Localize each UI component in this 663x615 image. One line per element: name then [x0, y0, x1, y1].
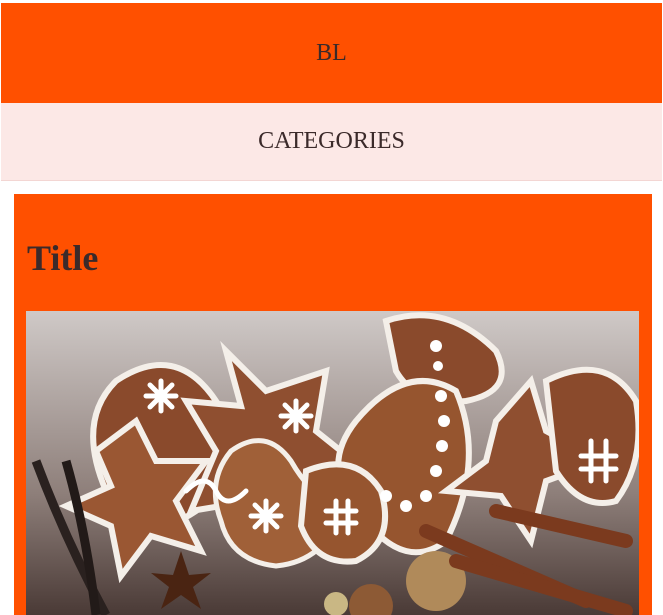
post-title[interactable]: Title: [27, 238, 98, 278]
site-header: BL: [1, 3, 662, 103]
categories-nav[interactable]: CATEGORIES: [1, 103, 662, 181]
site-logo[interactable]: BL: [316, 40, 347, 67]
post-card: Title: [14, 194, 652, 615]
categories-link[interactable]: CATEGORIES: [258, 128, 405, 155]
gingerbread-cookies-image: [26, 311, 639, 615]
post-image[interactable]: [26, 311, 639, 615]
